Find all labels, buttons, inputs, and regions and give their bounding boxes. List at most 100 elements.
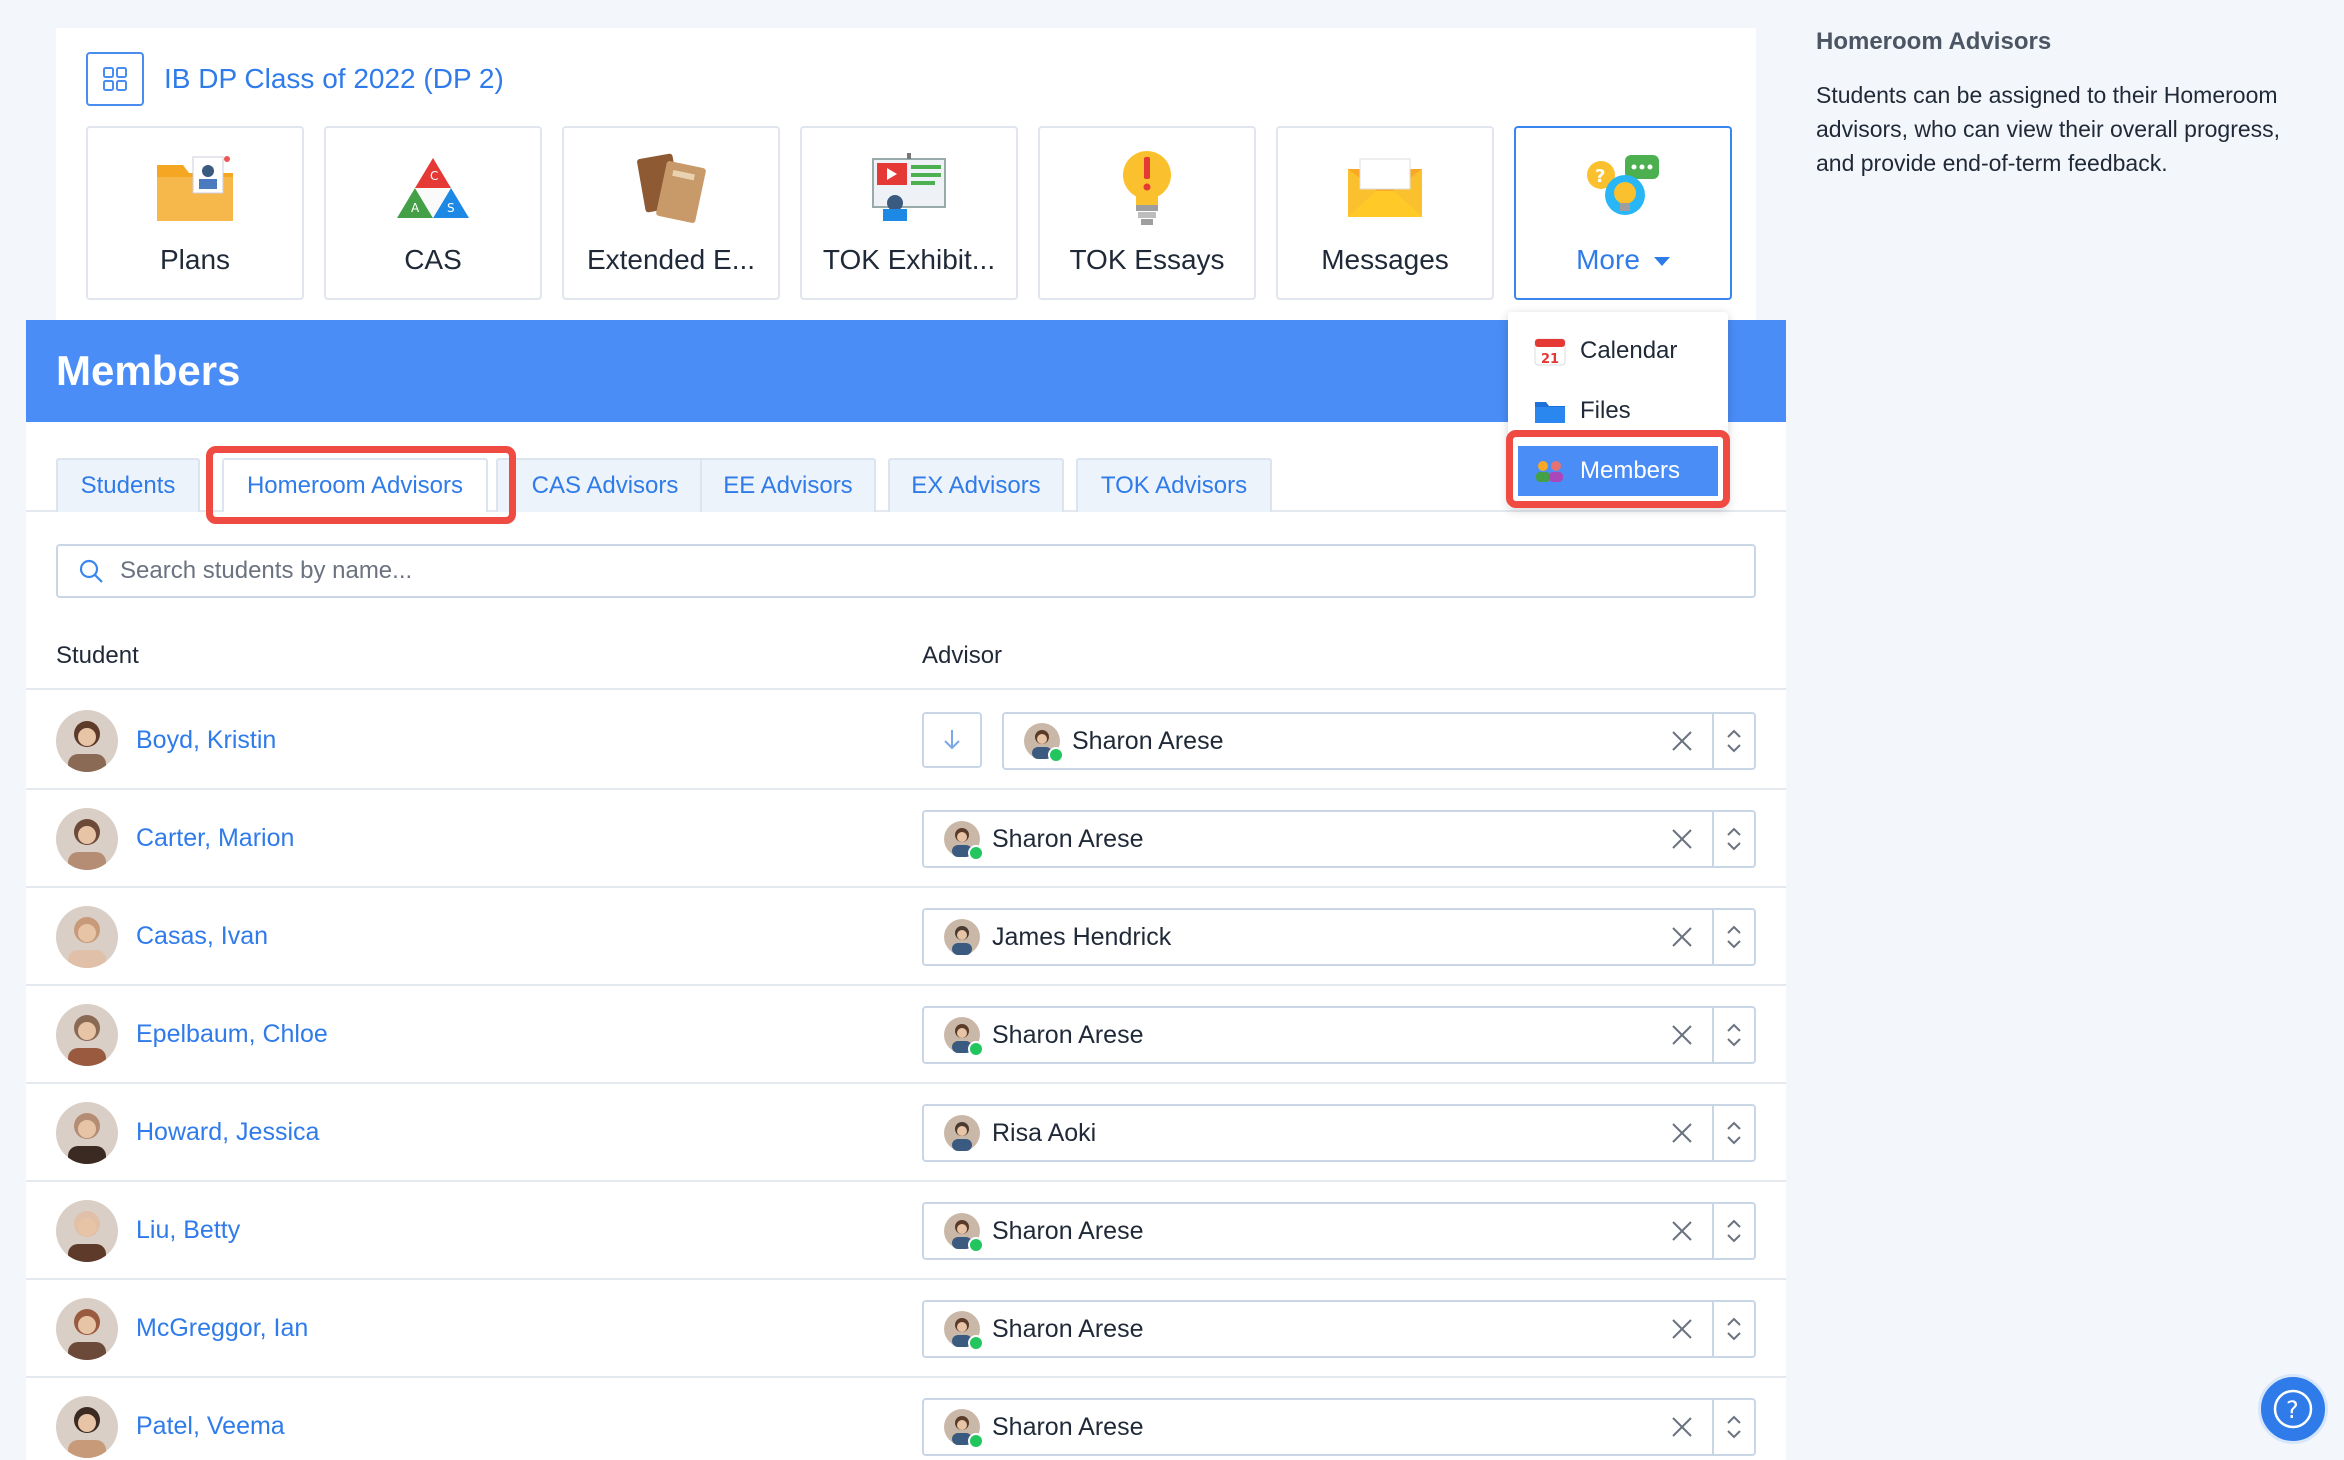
table-row: Howard, Jessica Risa Aoki (26, 1084, 1786, 1182)
cas-triangle-icon: C A S (388, 146, 478, 230)
class-title[interactable]: IB DP Class of 2022 (DP 2) (164, 63, 504, 95)
class-card: IB DP Class of 2022 (DP 2) Plans C A S C… (56, 28, 1756, 322)
student-name-link[interactable]: Epelbaum, Chloe (136, 1020, 328, 1049)
avatar (944, 1017, 984, 1057)
advisor-select[interactable]: Sharon Arese (922, 1398, 1756, 1456)
tab-students[interactable]: Students (56, 458, 200, 512)
clear-icon[interactable] (1652, 1302, 1712, 1356)
advisor-select[interactable]: Risa Aoki (922, 1104, 1756, 1162)
student-name-link[interactable]: Carter, Marion (136, 824, 294, 853)
svg-text:?: ? (1595, 166, 1605, 187)
clear-icon[interactable] (1652, 1008, 1712, 1062)
tile-more[interactable]: ? More (1514, 126, 1732, 300)
tab-ex-advisors[interactable]: EX Advisors (888, 458, 1064, 512)
avatar (944, 1311, 984, 1351)
chevron-down-icon (1727, 1332, 1741, 1341)
table-header: Student Advisor (26, 620, 1786, 690)
advisor-select[interactable]: Sharon Arese (922, 810, 1756, 868)
clear-icon[interactable] (1652, 1106, 1712, 1160)
advisor-select[interactable]: Sharon Arese (922, 1006, 1756, 1064)
select-stepper[interactable] (1712, 1106, 1754, 1160)
envelope-icon (1340, 146, 1430, 230)
search-icon (79, 559, 103, 583)
help-sidebar: Homeroom Advisors Students can be assign… (1816, 28, 2316, 180)
online-status-dot (968, 1335, 984, 1351)
arrow-down-icon (944, 730, 960, 750)
tile-plans[interactable]: Plans (86, 126, 304, 300)
advisor-name: Sharon Arese (992, 824, 1144, 853)
tab-ee-advisors[interactable]: EE Advisors (700, 458, 876, 512)
tile-messages[interactable]: Messages (1276, 126, 1494, 300)
tile-extended-essay[interactable]: Extended E... (562, 126, 780, 300)
avatar (944, 1213, 984, 1253)
student-name-link[interactable]: Howard, Jessica (136, 1118, 319, 1147)
plans-folder-icon (150, 146, 240, 230)
clear-icon[interactable] (1652, 1400, 1712, 1454)
menu-item-label: Files (1580, 397, 1631, 424)
chevron-down-icon (1727, 1136, 1741, 1145)
select-stepper[interactable] (1712, 812, 1754, 866)
advisor-name: Sharon Arese (992, 1216, 1144, 1245)
grid-menu-icon[interactable] (86, 52, 144, 106)
tab-cas-advisors[interactable]: CAS Advisors (496, 458, 714, 512)
select-stepper[interactable] (1712, 1400, 1754, 1454)
tile-tok-exhibition[interactable]: TOK Exhibit... (800, 126, 1018, 300)
chevron-down-icon (1727, 1234, 1741, 1243)
student-name-link[interactable]: Boyd, Kristin (136, 726, 276, 755)
copy-down-button[interactable] (922, 712, 982, 768)
online-status-dot (968, 1041, 984, 1057)
advisor-select[interactable]: James Hendrick (922, 908, 1756, 966)
select-stepper[interactable] (1712, 714, 1754, 768)
menu-item-calendar[interactable]: 21 Calendar (1518, 326, 1718, 376)
clear-icon[interactable] (1652, 1204, 1712, 1258)
tab-homeroom-advisors[interactable]: Homeroom Advisors (222, 458, 488, 512)
table-row: Carter, Marion Sharon Arese (26, 790, 1786, 888)
chevron-down-icon (1727, 1038, 1741, 1047)
tile-label: CAS (404, 244, 462, 275)
select-stepper[interactable] (1712, 1204, 1754, 1258)
avatar (56, 1298, 118, 1360)
tile-tok-essays[interactable]: TOK Essays (1038, 126, 1256, 300)
search-input[interactable] (120, 557, 1754, 585)
tile-cas[interactable]: C A S CAS (324, 126, 542, 300)
avatar (56, 906, 118, 968)
menu-item-label: Calendar (1580, 337, 1678, 364)
tab-tok-advisors[interactable]: TOK Advisors (1076, 458, 1272, 512)
menu-item-files[interactable]: Files (1518, 386, 1718, 436)
clear-icon[interactable] (1652, 714, 1712, 768)
app-tiles: Plans C A S CAS Extended E... TOK Exhibi… (86, 126, 1732, 300)
question-icon: ? (2273, 1389, 2313, 1429)
advisor-select[interactable]: Sharon Arese (922, 1300, 1756, 1358)
avatar (56, 1200, 118, 1262)
online-status-dot (968, 1237, 984, 1253)
chevron-up-icon (1727, 1317, 1741, 1326)
tile-label: Messages (1321, 244, 1449, 275)
tile-label: Plans (159, 244, 231, 275)
advisor-select[interactable]: Sharon Arese (1002, 712, 1756, 770)
menu-item-members[interactable]: Members (1518, 446, 1718, 496)
svg-text:21: 21 (1541, 352, 1559, 366)
student-name-link[interactable]: Liu, Betty (136, 1216, 240, 1245)
members-table: Boyd, Kristin Sharon Arese Carter, Mario… (26, 692, 1786, 1460)
select-stepper[interactable] (1712, 1302, 1754, 1356)
student-name-link[interactable]: Patel, Veema (136, 1412, 285, 1441)
chevron-down-icon (1653, 257, 1670, 267)
student-name-link[interactable]: Casas, Ivan (136, 922, 268, 951)
clear-icon[interactable] (1652, 910, 1712, 964)
chevron-down-icon (1727, 940, 1741, 949)
tile-label: More (1576, 244, 1670, 276)
help-button[interactable]: ? (2258, 1374, 2328, 1444)
help-text: Students can be assigned to their Homero… (1816, 82, 2281, 176)
advisor-name: Sharon Arese (992, 1412, 1144, 1441)
avatar (56, 808, 118, 870)
clear-icon[interactable] (1652, 812, 1712, 866)
table-row: Boyd, Kristin Sharon Arese (26, 692, 1786, 790)
avatar (944, 1115, 980, 1151)
advisor-select[interactable]: Sharon Arese (922, 1202, 1756, 1260)
select-stepper[interactable] (1712, 910, 1754, 964)
select-stepper[interactable] (1712, 1008, 1754, 1062)
chevron-up-icon (1727, 1023, 1741, 1032)
advisor-name: James Hendrick (992, 922, 1172, 951)
tile-label: Extended E... (586, 244, 756, 275)
student-name-link[interactable]: McGreggor, Ian (136, 1314, 308, 1343)
